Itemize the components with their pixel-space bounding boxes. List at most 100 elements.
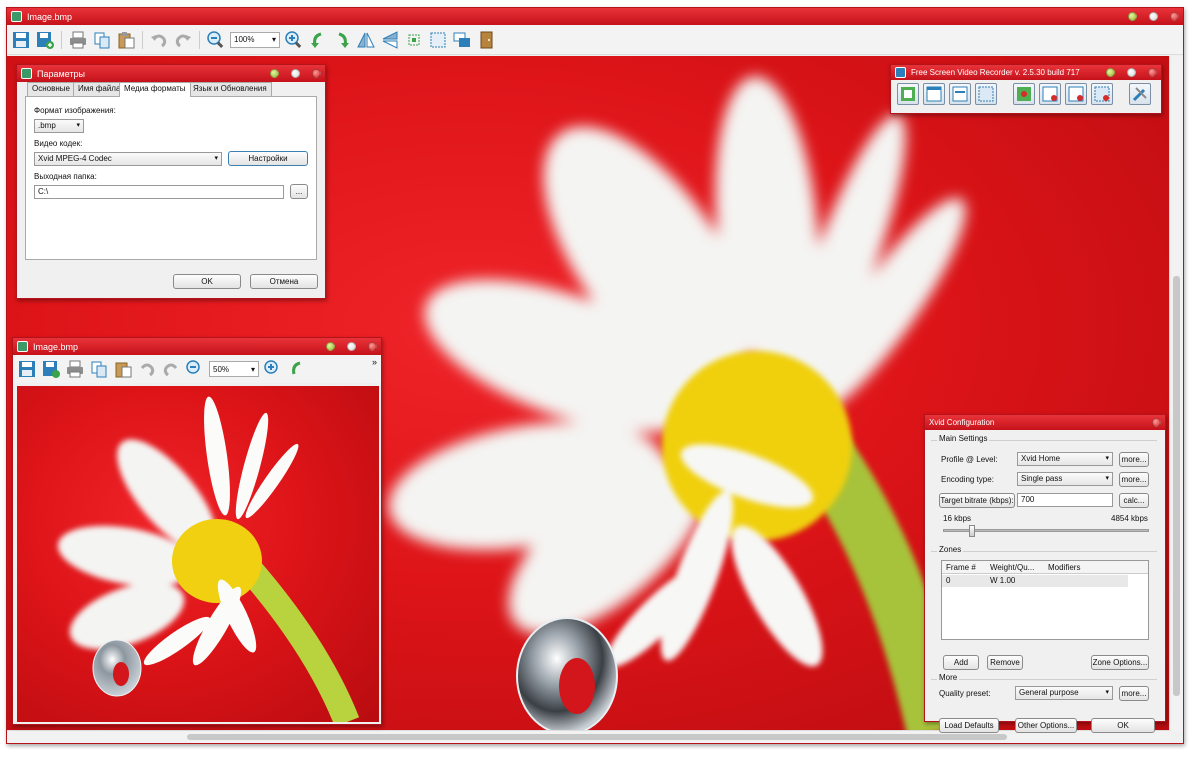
copy-icon[interactable] — [92, 30, 112, 50]
bitrate-slider-thumb[interactable] — [968, 525, 975, 537]
daisy-photo — [57, 396, 360, 722]
tab-media-formats[interactable]: Медиа форматы — [119, 82, 191, 97]
vertical-scrollbar[interactable] — [1169, 56, 1183, 732]
capture-window-icon[interactable] — [923, 83, 945, 105]
maximize-button[interactable] — [347, 342, 356, 351]
rotate-right-icon[interactable] — [332, 30, 352, 50]
minimize-button[interactable] — [326, 342, 335, 351]
other-options-button[interactable]: Other Options... — [1015, 718, 1077, 733]
quality-preset-select[interactable]: General purpose ▾ — [1015, 686, 1113, 700]
capture-object-icon[interactable] — [949, 83, 971, 105]
close-button[interactable] — [368, 342, 377, 351]
image-format-select[interactable]: .bmp ▾ — [34, 119, 84, 133]
load-defaults-button[interactable]: Load Defaults — [939, 718, 999, 733]
redo-icon[interactable] — [161, 359, 181, 379]
bitrate-label-button[interactable]: Target bitrate (kbps): — [939, 493, 1015, 508]
cancel-button[interactable]: Отмена — [250, 274, 318, 289]
recorder-window: Free Screen Video Recorder v. 2.5.30 bui… — [890, 64, 1162, 114]
recorder-titlebar[interactable]: Free Screen Video Recorder v. 2.5.30 bui… — [891, 65, 1161, 80]
horizontal-scroll-thumb[interactable] — [187, 734, 1007, 740]
record-window-icon[interactable] — [1039, 83, 1061, 105]
params-title: Параметры — [37, 68, 85, 79]
close-button[interactable] — [1148, 68, 1157, 77]
xvid-titlebar[interactable]: Xvid Configuration — [925, 415, 1165, 430]
xvid-ok-button[interactable]: OK — [1091, 718, 1155, 733]
zoom-out-icon[interactable] — [185, 359, 205, 379]
vertical-scroll-thumb[interactable] — [1173, 276, 1180, 696]
video-codec-select[interactable]: Xvid MPEG-4 Codec ▾ — [34, 152, 222, 166]
zone-options-button[interactable]: Zone Options... — [1091, 655, 1149, 670]
xvid-body: Main Settings Profile @ Level: Xvid Home… — [925, 430, 1165, 733]
main-titlebar[interactable]: Image.bmp — [7, 8, 1183, 25]
exit-icon[interactable] — [476, 30, 496, 50]
capture-region-icon[interactable] — [975, 83, 997, 105]
print-icon[interactable] — [68, 30, 88, 50]
zoom-out-icon[interactable] — [206, 30, 226, 50]
minimize-button[interactable] — [270, 69, 279, 78]
column-header-modifiers[interactable]: Modifiers — [1048, 563, 1080, 572]
rotate-left-icon[interactable] — [287, 359, 307, 379]
rotate-left-icon[interactable] — [308, 30, 328, 50]
close-button[interactable] — [1170, 12, 1179, 21]
capture-fullscreen-icon[interactable] — [897, 83, 919, 105]
tab-filename[interactable]: Имя файла — [73, 82, 126, 96]
close-button[interactable] — [1152, 418, 1161, 427]
paste-icon[interactable] — [113, 359, 133, 379]
maximize-button[interactable] — [1149, 12, 1158, 21]
tab-language-updates[interactable]: Язык и Обновления — [188, 82, 272, 96]
crop-icon[interactable] — [404, 30, 424, 50]
browse-button[interactable]: ... — [290, 184, 308, 199]
output-folder-input[interactable]: C:\ — [34, 185, 284, 199]
toolbar-overflow-chevron[interactable]: » — [372, 357, 377, 367]
save-icon[interactable] — [17, 359, 37, 379]
print-icon[interactable] — [65, 359, 85, 379]
max-kbps-label: 4854 kbps — [1111, 514, 1148, 523]
undo-icon[interactable] — [149, 30, 169, 50]
small-image-canvas[interactable] — [17, 386, 379, 722]
settings-tools-icon[interactable] — [1129, 83, 1151, 105]
flip-horizontal-icon[interactable] — [356, 30, 376, 50]
record-fullscreen-icon[interactable] — [1013, 83, 1035, 105]
add-zone-button[interactable]: Add — [943, 655, 979, 670]
params-titlebar[interactable]: Параметры — [17, 65, 325, 82]
profile-select[interactable]: Xvid Home ▾ — [1017, 452, 1113, 466]
table-row[interactable]: 0 W 1.00 — [942, 575, 1128, 587]
save-as-icon[interactable] — [41, 359, 61, 379]
minimize-button[interactable] — [1128, 12, 1137, 21]
zoom-select[interactable]: 100% ▾ — [230, 31, 280, 48]
resize-icon[interactable] — [452, 30, 472, 50]
encoding-more-button[interactable]: more... — [1119, 472, 1149, 487]
save-as-icon[interactable] — [35, 30, 55, 50]
image-format-label: Формат изображения: — [34, 106, 116, 115]
paste-icon[interactable] — [116, 30, 136, 50]
encoding-select[interactable]: Single pass ▾ — [1017, 472, 1113, 486]
bitrate-input[interactable]: 700 — [1017, 493, 1113, 507]
zoom-in-icon[interactable] — [263, 359, 283, 379]
zoom-select[interactable]: 50% ▾ — [209, 361, 259, 377]
save-icon[interactable] — [11, 30, 31, 50]
profile-more-button[interactable]: more... — [1119, 452, 1149, 467]
zones-table[interactable]: Frame # Weight/Qu... Modifiers 0 W 1.00 — [941, 560, 1149, 640]
tab-basic[interactable]: Основные — [27, 82, 75, 96]
small-titlebar[interactable]: Image.bmp — [13, 338, 381, 355]
select-area-icon[interactable] — [428, 30, 448, 50]
maximize-button[interactable] — [291, 69, 300, 78]
ok-button[interactable]: OK — [173, 274, 241, 289]
flip-vertical-icon[interactable] — [380, 30, 400, 50]
minimize-button[interactable] — [1106, 68, 1115, 77]
close-button[interactable] — [312, 69, 321, 78]
chevron-down-icon: ▾ — [1105, 689, 1109, 696]
quality-more-button[interactable]: more... — [1119, 686, 1149, 701]
column-header-frame[interactable]: Frame # — [946, 563, 976, 572]
zoom-in-icon[interactable] — [284, 30, 304, 50]
codec-settings-button[interactable]: Настройки — [228, 151, 308, 166]
undo-icon[interactable] — [137, 359, 157, 379]
record-region-icon[interactable] — [1091, 83, 1113, 105]
maximize-button[interactable] — [1127, 68, 1136, 77]
copy-icon[interactable] — [89, 359, 109, 379]
column-header-weight[interactable]: Weight/Qu... — [990, 563, 1034, 572]
remove-zone-button[interactable]: Remove — [987, 655, 1023, 670]
calc-button[interactable]: calc... — [1119, 493, 1149, 508]
redo-icon[interactable] — [173, 30, 193, 50]
record-object-icon[interactable] — [1065, 83, 1087, 105]
